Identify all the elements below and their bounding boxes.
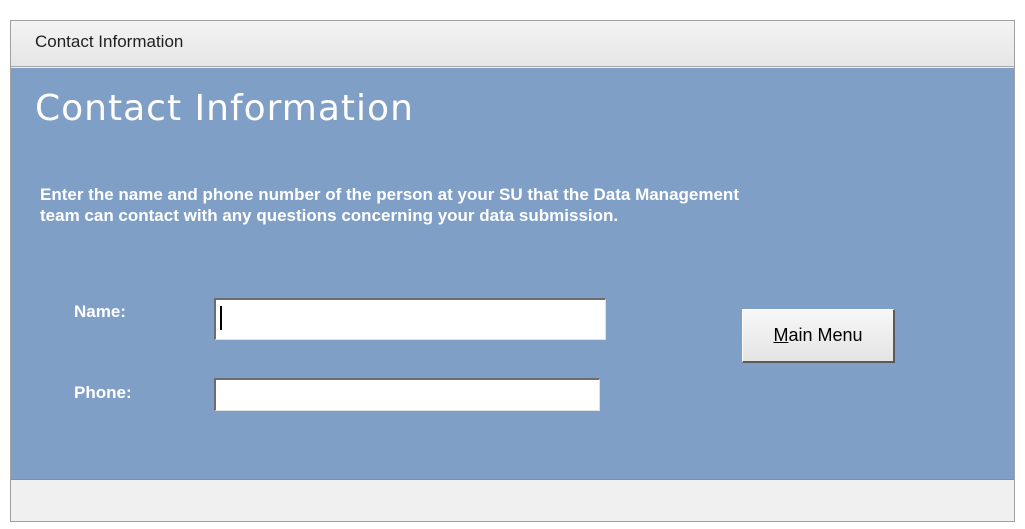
phone-label: Phone:: [74, 383, 132, 402]
main-menu-label: ain Menu: [788, 325, 863, 345]
phone-input[interactable]: [214, 378, 600, 411]
form-window: Contact Information Contact Information …: [10, 20, 1015, 522]
form-detail-section: Contact Information Enter the name and p…: [11, 68, 1014, 480]
name-input[interactable]: [214, 298, 606, 340]
document-tab-bar: Contact Information: [11, 21, 1014, 67]
form-footer-section: [11, 480, 1014, 521]
instructions-text: Enter the name and phone number of the p…: [40, 185, 739, 225]
name-label: Name:: [74, 302, 126, 321]
main-menu-button[interactable]: Main Menu: [742, 309, 895, 363]
document-tab-title[interactable]: Contact Information: [35, 32, 183, 52]
text-caret: [220, 306, 222, 330]
main-menu-mnemonic: M: [773, 325, 789, 345]
form-header-title: Contact Information: [35, 88, 414, 129]
